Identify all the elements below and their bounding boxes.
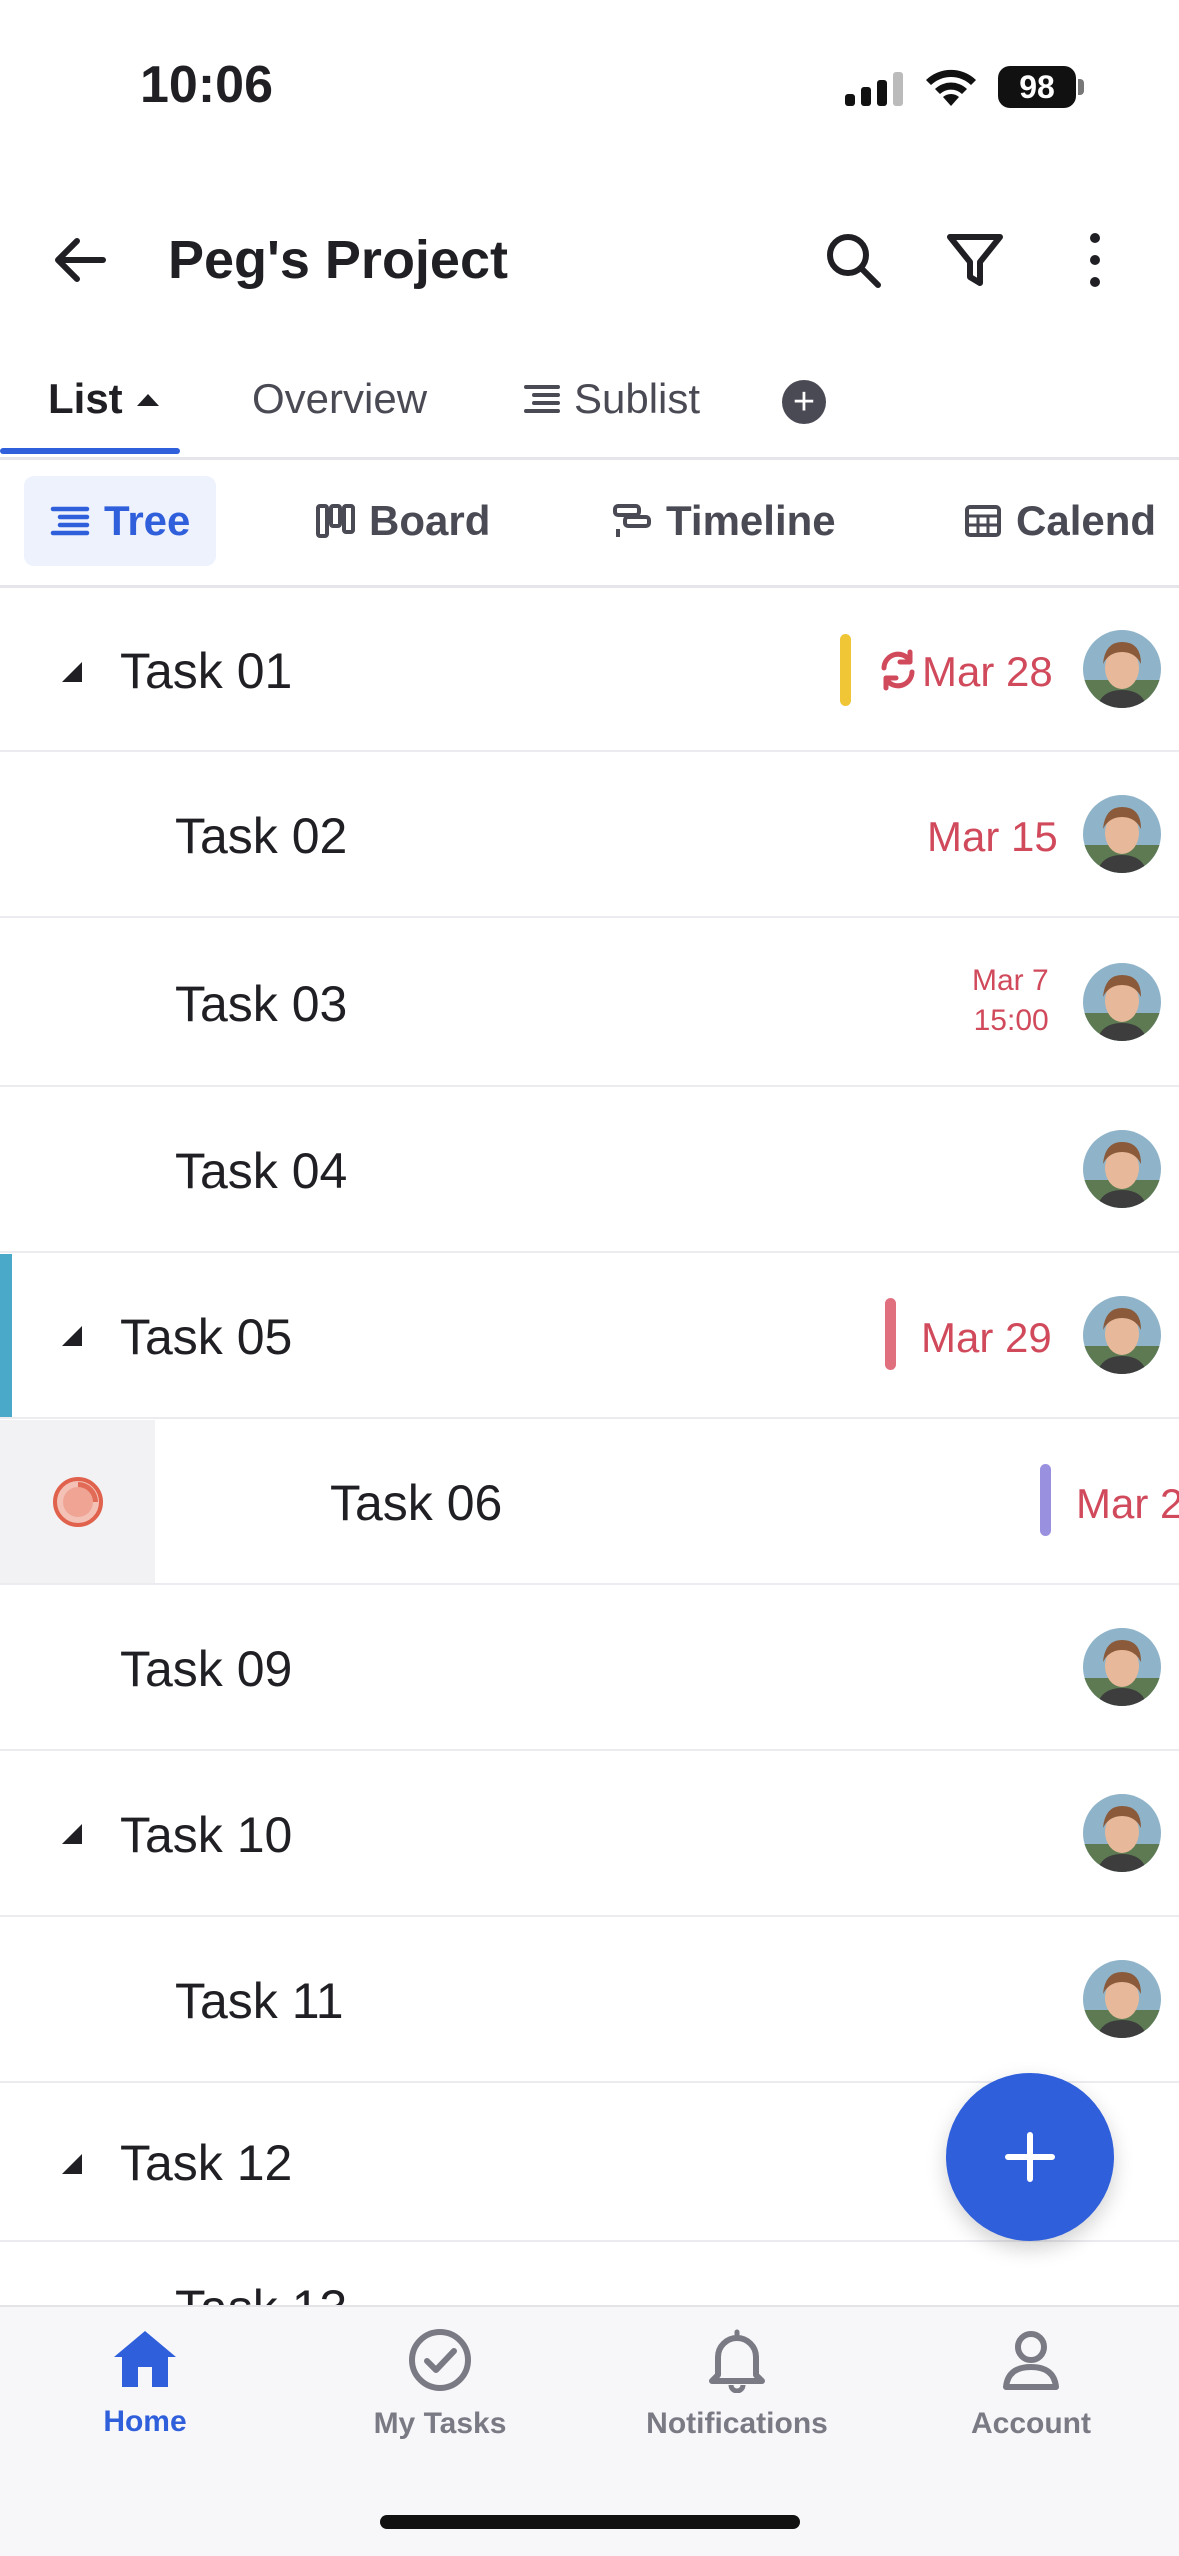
nav-account-label: Account xyxy=(971,2407,1091,2440)
person-icon xyxy=(1003,2331,1059,2390)
search-icon[interactable] xyxy=(818,225,888,295)
assignee-avatar xyxy=(1083,1794,1161,1872)
task-row[interactable]: Task 05 Mar 29 xyxy=(0,1254,1179,1419)
view-calendar[interactable]: Calend xyxy=(964,476,1156,566)
task-name: Task 03 xyxy=(175,976,348,1032)
tree-icon xyxy=(50,506,90,536)
task-row[interactable]: Task 01 Mar 28 xyxy=(0,590,1179,752)
assignee-avatar xyxy=(1083,963,1161,1041)
task-row[interactable]: Task 03 Mar 7 15:00 xyxy=(0,919,1179,1087)
priority-bar xyxy=(840,634,851,706)
tab-list-label: List xyxy=(48,375,123,422)
add-task-button[interactable] xyxy=(946,2073,1114,2241)
view-switcher: Tree Board Timeline Calend xyxy=(0,460,1179,588)
nav-account[interactable]: Account xyxy=(911,2327,1151,2441)
task-name: Task 09 xyxy=(120,1641,293,1697)
caret-up-icon xyxy=(136,394,159,406)
sublist-icon xyxy=(524,385,560,413)
nav-notifications-label: Notifications xyxy=(646,2407,828,2440)
task-row[interactable]: Task 11 xyxy=(0,1918,1179,2083)
project-tabs: List Overview Sublist + xyxy=(0,360,1179,460)
expand-caret-icon[interactable] xyxy=(62,2154,82,2174)
home-icon xyxy=(114,2331,176,2387)
task-row[interactable]: Task 13 xyxy=(0,2243,1179,2305)
view-board-label: Board xyxy=(369,497,491,544)
due-date-line1: Mar 7 xyxy=(972,964,1049,997)
task-name: Task 02 xyxy=(175,808,348,864)
view-timeline-label: Timeline xyxy=(666,497,836,544)
board-icon xyxy=(316,504,355,538)
timeline-icon xyxy=(613,504,651,537)
task-name: Task 13 xyxy=(175,2279,347,2305)
more-vertical-icon[interactable] xyxy=(1060,225,1130,295)
assignee-avatar xyxy=(1083,630,1161,708)
task-name: Task 12 xyxy=(120,2135,293,2191)
view-board[interactable]: Board xyxy=(315,476,490,566)
calendar-icon xyxy=(965,505,1001,537)
tab-overview-label: Overview xyxy=(252,375,428,422)
status-time: 10:06 xyxy=(140,56,273,114)
due-date: Mar 15 xyxy=(927,813,1058,860)
assignee-avatar xyxy=(1083,795,1161,873)
add-tab-icon[interactable]: + xyxy=(782,380,826,424)
task-name: Task 11 xyxy=(175,1973,344,2029)
recurring-icon xyxy=(881,649,915,691)
task-name: Task 04 xyxy=(175,1143,348,1199)
task-name: Task 06 xyxy=(330,1475,503,1531)
view-tree-label: Tree xyxy=(104,497,191,544)
active-tab-indicator xyxy=(0,448,180,454)
assignee-avatar xyxy=(1083,1130,1161,1208)
check-circle-icon xyxy=(409,2329,471,2391)
task-name: Task 01 xyxy=(120,643,293,699)
wifi-icon xyxy=(926,69,976,106)
priority-bar xyxy=(1040,1464,1051,1536)
due-date: Mar 2 xyxy=(1076,1480,1179,1527)
due-date-time: Mar 7 15:00 xyxy=(972,961,1049,1041)
due-date: Mar 28 xyxy=(922,648,1053,695)
view-calendar-label: Calend xyxy=(1016,497,1157,544)
assignee-avatar xyxy=(1083,1960,1161,2038)
view-tree[interactable]: Tree xyxy=(24,476,217,566)
selected-accent-bar xyxy=(0,1254,12,1417)
page-title: Peg's Project xyxy=(168,230,508,290)
tab-sublist-label: Sublist xyxy=(574,375,701,422)
plus-icon xyxy=(1005,2132,1055,2182)
battery-tip xyxy=(1078,79,1084,95)
status-bar: 10:06 98 xyxy=(0,0,1179,170)
back-arrow-icon[interactable] xyxy=(45,225,115,295)
expand-caret-icon[interactable] xyxy=(62,662,82,682)
expand-caret-icon[interactable] xyxy=(62,1824,82,1844)
tab-overview[interactable]: Overview xyxy=(252,375,427,423)
progress-status-icon[interactable] xyxy=(52,1476,104,1528)
task-row[interactable]: Task 10 xyxy=(0,1752,1179,1917)
nav-notifications[interactable]: Notifications xyxy=(617,2327,857,2441)
top-app-bar: Peg's Project xyxy=(0,195,1179,325)
nav-my-tasks[interactable]: My Tasks xyxy=(320,2327,560,2441)
nav-home[interactable]: Home xyxy=(25,2327,265,2439)
battery-indicator: 98 xyxy=(998,66,1076,108)
nav-home-label: Home xyxy=(103,2405,187,2438)
task-row[interactable]: Task 02 Mar 15 xyxy=(0,753,1179,918)
expand-caret-icon[interactable] xyxy=(62,1326,82,1346)
task-name: Task 05 xyxy=(120,1309,293,1365)
task-list: Task 01 Mar 28 Task 02 Mar 15 Task 03 Ma… xyxy=(0,590,1179,2305)
assignee-avatar xyxy=(1083,1628,1161,1706)
due-date-line2: 15:00 xyxy=(973,1004,1049,1037)
nav-my-tasks-label: My Tasks xyxy=(373,2407,507,2440)
bell-icon xyxy=(709,2329,765,2393)
tab-list[interactable]: List xyxy=(48,375,161,423)
task-name: Task 10 xyxy=(120,1807,293,1863)
task-row[interactable]: Task 06 Mar 2 xyxy=(0,1420,1179,1585)
filter-icon[interactable] xyxy=(940,225,1010,295)
view-timeline[interactable]: Timeline xyxy=(612,476,836,566)
home-indicator xyxy=(380,2515,800,2529)
assignee-avatar xyxy=(1083,1296,1161,1374)
task-row[interactable]: Task 09 xyxy=(0,1586,1179,1751)
task-row[interactable]: Task 04 xyxy=(0,1088,1179,1253)
tab-sublist[interactable]: Sublist xyxy=(522,375,700,423)
cellular-signal-icon xyxy=(845,72,903,106)
priority-bar xyxy=(885,1298,896,1370)
due-date: Mar 29 xyxy=(921,1314,1052,1361)
